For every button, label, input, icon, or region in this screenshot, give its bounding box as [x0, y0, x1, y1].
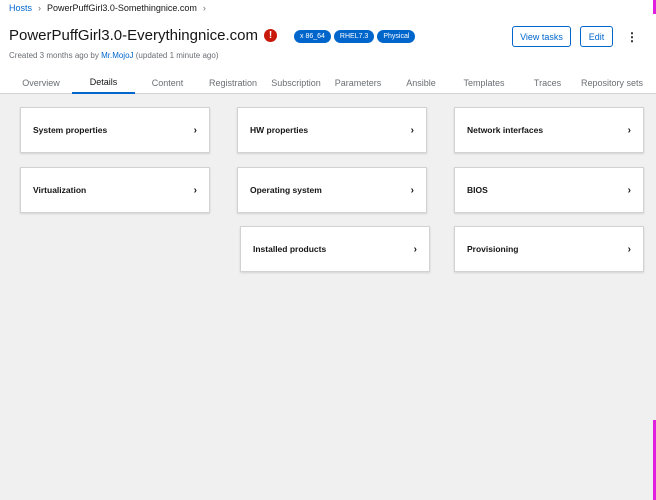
chevron-right-icon: ›	[627, 184, 631, 196]
card-title: BIOS	[467, 185, 488, 195]
page-header: Hosts › PowerPuffGirl3.0-Somethingnice.c…	[0, 0, 656, 94]
tab-traces[interactable]: Traces	[530, 72, 565, 94]
tab-subscription[interactable]: Subscription	[267, 72, 325, 94]
chevron-right-icon: ›	[193, 184, 197, 196]
card-title: Network interfaces	[467, 125, 544, 135]
tab-repository-sets[interactable]: Repository sets	[577, 72, 647, 94]
chevron-right-icon: ›	[627, 124, 631, 136]
tab-parameters[interactable]: Parameters	[332, 72, 384, 94]
card-system-properties[interactable]: System properties ›	[20, 107, 210, 153]
card-bios[interactable]: BIOS ›	[454, 167, 644, 213]
card-virtualization[interactable]: Virtualization ›	[20, 167, 210, 213]
card-provisioning[interactable]: Provisioning ›	[454, 226, 644, 272]
kebab-menu-icon[interactable]: ⋮	[626, 30, 638, 44]
exclamation-circle-icon: !	[264, 29, 277, 42]
card-network-interfaces[interactable]: Network interfaces ›	[454, 107, 644, 153]
owner-link[interactable]: Mr.MojoJ	[101, 51, 133, 60]
card-installed-products[interactable]: Installed products ›	[240, 226, 430, 272]
edit-button[interactable]: Edit	[580, 26, 613, 47]
card-title: System properties	[33, 125, 108, 135]
tab-ansible[interactable]: Ansible	[398, 72, 444, 94]
label-arch: x 86_64	[294, 30, 331, 43]
meta-prefix: Created 3 months ago by	[9, 51, 99, 60]
tab-overview[interactable]: Overview	[10, 72, 72, 94]
chevron-right-icon: ›	[627, 243, 631, 255]
chevron-right-icon: ›	[193, 124, 197, 136]
chevron-right-icon: ›	[410, 124, 414, 136]
chevron-right-icon: ›	[410, 184, 414, 196]
host-name: PowerPuffGirl3.0-Everythingnice.com	[9, 27, 258, 44]
chevron-right-icon: ›	[413, 243, 417, 255]
label-os: RHEL7.3	[333, 30, 375, 43]
tabs: Overview Details Content Registration Su…	[0, 72, 656, 94]
card-title: HW properties	[250, 125, 309, 135]
card-operating-system[interactable]: Operating system ›	[237, 167, 427, 213]
page-title: PowerPuffGirl3.0-Everythingnice.com !	[9, 27, 277, 44]
tab-details[interactable]: Details	[72, 72, 135, 94]
tab-registration[interactable]: Registration	[203, 72, 263, 94]
view-tasks-button[interactable]: View tasks	[512, 26, 571, 47]
card-title: Operating system	[250, 185, 322, 195]
breadcrumb-separator-icon: ›	[38, 3, 42, 13]
card-title: Provisioning	[467, 244, 519, 254]
meta-suffix: (updated 1 minute ago)	[135, 51, 219, 60]
card-title: Virtualization	[33, 185, 87, 195]
host-labels: x 86_64 RHEL7.3 Physical	[294, 30, 416, 43]
tab-content[interactable]: Content	[140, 72, 195, 94]
breadcrumb-hosts-link[interactable]: Hosts	[9, 3, 32, 13]
card-title: Installed products	[253, 244, 327, 254]
breadcrumb-separator-icon: ›	[202, 3, 206, 13]
card-hw-properties[interactable]: HW properties ›	[237, 107, 427, 153]
host-meta: Created 3 months ago by Mr.MojoJ (update…	[9, 51, 219, 60]
tab-templates[interactable]: Templates	[458, 72, 510, 94]
breadcrumb: Hosts › PowerPuffGirl3.0-Somethingnice.c…	[9, 3, 206, 13]
label-type: Physical	[377, 30, 416, 43]
breadcrumb-current: PowerPuffGirl3.0-Somethingnice.com	[47, 3, 197, 13]
